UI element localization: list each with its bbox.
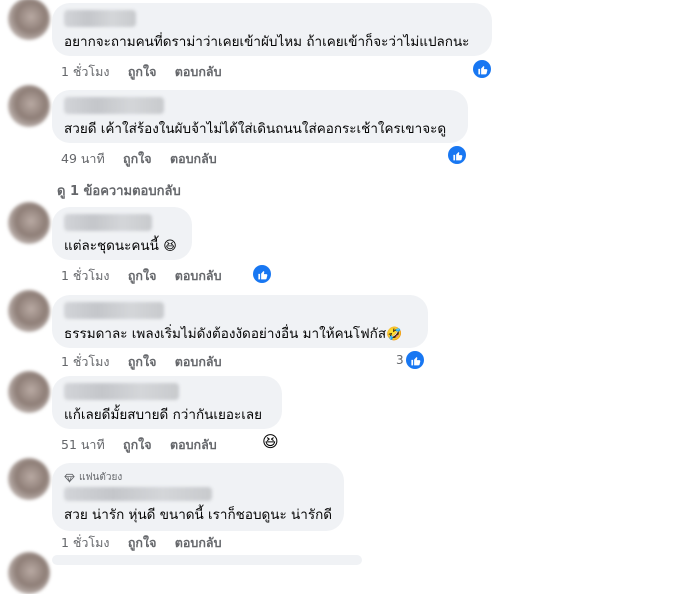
comment-bubble: แฟนตัวยง สวย น่ารัก หุ่นดี ขนาดนี้ เราก็… xyxy=(52,463,344,531)
comment-bubble: ธรรมดาละ เพลงเริ่มไม่ดังต้องงัดอย่างอื่น… xyxy=(52,295,428,348)
commenter-name-blurred[interactable] xyxy=(64,383,179,400)
avatar[interactable] xyxy=(8,0,50,40)
comment-text: แต่ละชุดนะคนนี้ 😆 xyxy=(64,238,177,254)
comment-time[interactable]: 1 ชั่วโมง xyxy=(61,64,110,79)
like-button[interactable]: ถูกใจ xyxy=(128,268,157,283)
comment-time[interactable]: 1 ชั่วโมง xyxy=(61,354,110,369)
reply-button[interactable]: ตอบกลับ xyxy=(175,64,222,79)
comment-bubble xyxy=(52,555,362,565)
like-button[interactable]: ถูกใจ xyxy=(123,437,152,452)
like-button[interactable]: ถูกใจ xyxy=(123,151,152,166)
like-reaction-icon[interactable] xyxy=(473,60,491,78)
reply-button[interactable]: ตอบกลับ xyxy=(170,437,217,452)
laughing-emoji: 😆 xyxy=(163,239,177,254)
avatar[interactable] xyxy=(8,458,50,500)
comment-time[interactable]: 1 ชั่วโมง xyxy=(61,268,110,283)
reaction-count[interactable]: 3 xyxy=(396,353,404,367)
comment-actions: 1 ชั่วโมง ถูกใจ ตอบกลับ xyxy=(61,266,236,286)
comment-bubble: สวยดี เค้าใส่ร้องในผับจ้าไม่ได้ใส่เดินถน… xyxy=(52,90,468,143)
reply-button[interactable]: ตอบกลับ xyxy=(175,535,222,550)
avatar[interactable] xyxy=(8,85,50,127)
like-button[interactable]: ถูกใจ xyxy=(128,64,157,79)
avatar[interactable] xyxy=(8,202,50,244)
reply-button[interactable]: ตอบกลับ xyxy=(170,151,217,166)
comment-text: สวยดี เค้าใส่ร้องในผับจ้าไม่ได้ใส่เดินถน… xyxy=(64,121,447,137)
commenter-name-blurred[interactable] xyxy=(64,10,136,27)
comment-actions: 1 ชั่วโมง ถูกใจ ตอบกลับ xyxy=(61,62,236,82)
comment-actions: 1 ชั่วโมง ถูกใจ ตอบกลับ xyxy=(61,533,236,553)
comment-time[interactable]: 49 นาที xyxy=(61,151,105,166)
comment-bubble: แก้เลยดีมั้ยสบายดี กว่ากันเยอะเลย xyxy=(52,376,282,429)
avatar[interactable] xyxy=(8,290,50,332)
reply-button[interactable]: ตอบกลับ xyxy=(175,354,222,369)
comment-text: ธรรมดาละ เพลงเริ่มไม่ดังต้องงัดอย่างอื่น… xyxy=(64,326,403,342)
commenter-name-blurred[interactable] xyxy=(64,97,164,114)
commenter-name-blurred[interactable] xyxy=(64,214,152,231)
comment-text: สวย น่ารัก หุ่นดี ขนาดนี้ เราก็ชอบดูนะ น… xyxy=(64,507,333,523)
fan-badge-label: แฟนตัวยง xyxy=(79,472,123,483)
comment-actions: 51 นาที ถูกใจ ตอบกลับ xyxy=(61,435,231,455)
comment-text: อยากจะถามคนที่ดราม่าว่าเคยเข้าผับไหม ถ้า… xyxy=(64,34,470,50)
comment-actions: 49 นาที ถูกใจ ตอบกลับ xyxy=(61,149,231,169)
comment-actions: 1 ชั่วโมง ถูกใจ ตอบกลับ xyxy=(61,352,236,372)
diamond-icon xyxy=(64,473,75,483)
commenter-name-blurred[interactable] xyxy=(64,302,164,319)
like-button[interactable]: ถูกใจ xyxy=(128,354,157,369)
rofl-emoji: 🤣 xyxy=(386,327,403,342)
comment-bubble: อยากจะถามคนที่ดราม่าว่าเคยเข้าผับไหม ถ้า… xyxy=(52,3,492,56)
comment-text: แก้เลยดีมั้ยสบายดี กว่ากันเยอะเลย xyxy=(64,407,263,423)
comment-bubble: แต่ละชุดนะคนนี้ 😆 xyxy=(52,207,192,260)
reply-button[interactable]: ตอบกลับ xyxy=(175,268,222,283)
commenter-name-blurred[interactable] xyxy=(64,487,212,501)
comment-time[interactable]: 1 ชั่วโมง xyxy=(61,535,110,550)
view-replies-link[interactable]: ดู 1 ข้อความตอบกลับ xyxy=(57,180,181,201)
like-reaction-icon[interactable] xyxy=(253,265,271,283)
haha-reaction-icon[interactable]: 😆 xyxy=(262,432,279,451)
comment-time[interactable]: 51 นาที xyxy=(61,437,105,452)
like-reaction-icon[interactable] xyxy=(406,351,424,369)
avatar[interactable] xyxy=(8,371,50,413)
like-reaction-icon[interactable] xyxy=(448,146,466,164)
top-fan-badge: แฟนตัวยง xyxy=(64,470,332,485)
like-button[interactable]: ถูกใจ xyxy=(128,535,157,550)
avatar[interactable] xyxy=(8,552,50,594)
